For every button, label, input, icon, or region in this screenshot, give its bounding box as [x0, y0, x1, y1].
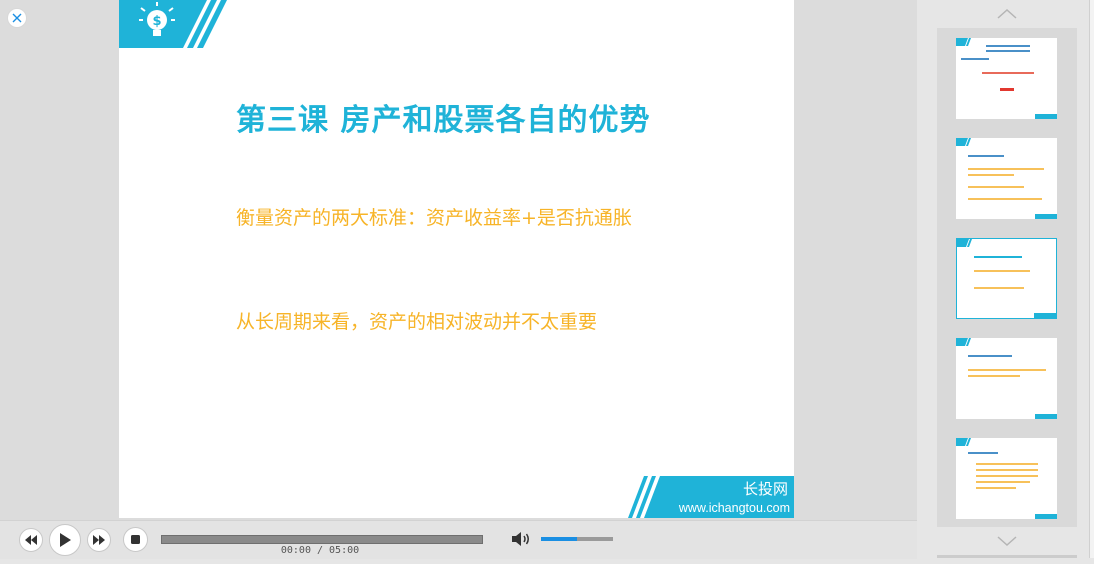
- volume-icon[interactable]: [512, 531, 532, 547]
- progress-bar[interactable]: [161, 535, 483, 544]
- volume-slider[interactable]: [541, 537, 613, 541]
- thumb-brand: [1035, 114, 1057, 119]
- stop-button[interactable]: [123, 527, 148, 552]
- thumb-brand: [1034, 313, 1056, 318]
- thumb-text: [976, 481, 1030, 483]
- thumb-text: [974, 287, 1024, 289]
- slide-thumbnail-4[interactable]: [956, 338, 1057, 419]
- thumb-text: [961, 58, 989, 60]
- brand-banner: 长投网 www.ichangtou.com: [624, 476, 794, 518]
- lightbulb-dollar-icon: [956, 438, 971, 446]
- thumb-text: [968, 186, 1024, 188]
- thumb-text: [976, 463, 1038, 465]
- slide-point-2: 从长周期来看，资产的相对波动并不太重要: [236, 311, 598, 333]
- thumb-text: [976, 469, 1038, 471]
- rewind-icon: [25, 535, 37, 545]
- thumb-brand: [1035, 414, 1057, 419]
- thumb-text: [968, 174, 1014, 176]
- slide-title: 第三课 房产和股票各自的优势: [236, 103, 651, 138]
- lightbulb-dollar-icon: [956, 138, 971, 146]
- slide-thumbnail-2[interactable]: [956, 138, 1057, 219]
- volume-level: [541, 537, 577, 541]
- scroll-up-button[interactable]: [937, 0, 1077, 28]
- time-display: 00:00 / 05:00: [280, 545, 360, 556]
- thumb-text: [968, 355, 1012, 357]
- slide-thumbnail-3[interactable]: [956, 238, 1057, 319]
- thumb-text: [968, 155, 1004, 157]
- thumb-brand: [1035, 214, 1057, 219]
- lightbulb-dollar-icon: $: [119, 0, 227, 48]
- chevron-up-icon: [997, 9, 1017, 19]
- brand-name: 长投网: [742, 480, 788, 498]
- slide-thumbnail-panel: [937, 0, 1077, 558]
- thumb-text: [968, 168, 1044, 170]
- fast-forward-icon: [93, 535, 105, 545]
- close-button[interactable]: [7, 8, 27, 28]
- window-edge: [1089, 0, 1094, 558]
- thumb-text: [986, 50, 1030, 52]
- thumb-text: [974, 256, 1022, 258]
- thumb-text: [968, 198, 1042, 200]
- thumbnail-list: [937, 28, 1077, 527]
- current-slide: $ 第三课 房产和股票各自的优势 衡量资产的两大标准：资产收益率+是否抗通胀 从…: [119, 0, 794, 518]
- thumb-text: [976, 487, 1016, 489]
- player-controls: 00:00 / 05:00: [0, 520, 917, 559]
- brand-url: www.ichangtou.com: [678, 501, 790, 515]
- slide-stage: $ 第三课 房产和股票各自的优势 衡量资产的两大标准：资产收益率+是否抗通胀 从…: [0, 0, 917, 520]
- thumb-text: [982, 72, 1034, 74]
- lightbulb-dollar-icon: [956, 38, 971, 46]
- lightbulb-dollar-icon: [956, 338, 971, 346]
- slide-point-1: 衡量资产的两大标准：资产收益率+是否抗通胀: [236, 207, 632, 229]
- scroll-down-button[interactable]: [937, 527, 1077, 555]
- play-button[interactable]: [49, 524, 81, 556]
- thumb-text: [968, 369, 1046, 371]
- thumb-text: [968, 375, 1020, 377]
- svg-text:$: $: [152, 14, 161, 29]
- close-icon: [12, 13, 22, 23]
- thumb-brand: [1035, 514, 1057, 519]
- rewind-button[interactable]: [19, 528, 43, 552]
- thumb-text: [976, 475, 1038, 477]
- thumb-text: [974, 270, 1030, 272]
- slide-thumbnail-1[interactable]: [956, 38, 1057, 119]
- thumb-text: [1000, 88, 1014, 91]
- slide-thumbnail-5[interactable]: [956, 438, 1057, 519]
- play-icon: [60, 533, 71, 547]
- stop-icon: [131, 535, 140, 544]
- chevron-down-icon: [997, 536, 1017, 546]
- thumb-text: [986, 45, 1030, 47]
- lightbulb-dollar-icon: [957, 239, 972, 247]
- thumb-text: [968, 452, 998, 454]
- fast-forward-button[interactable]: [87, 528, 111, 552]
